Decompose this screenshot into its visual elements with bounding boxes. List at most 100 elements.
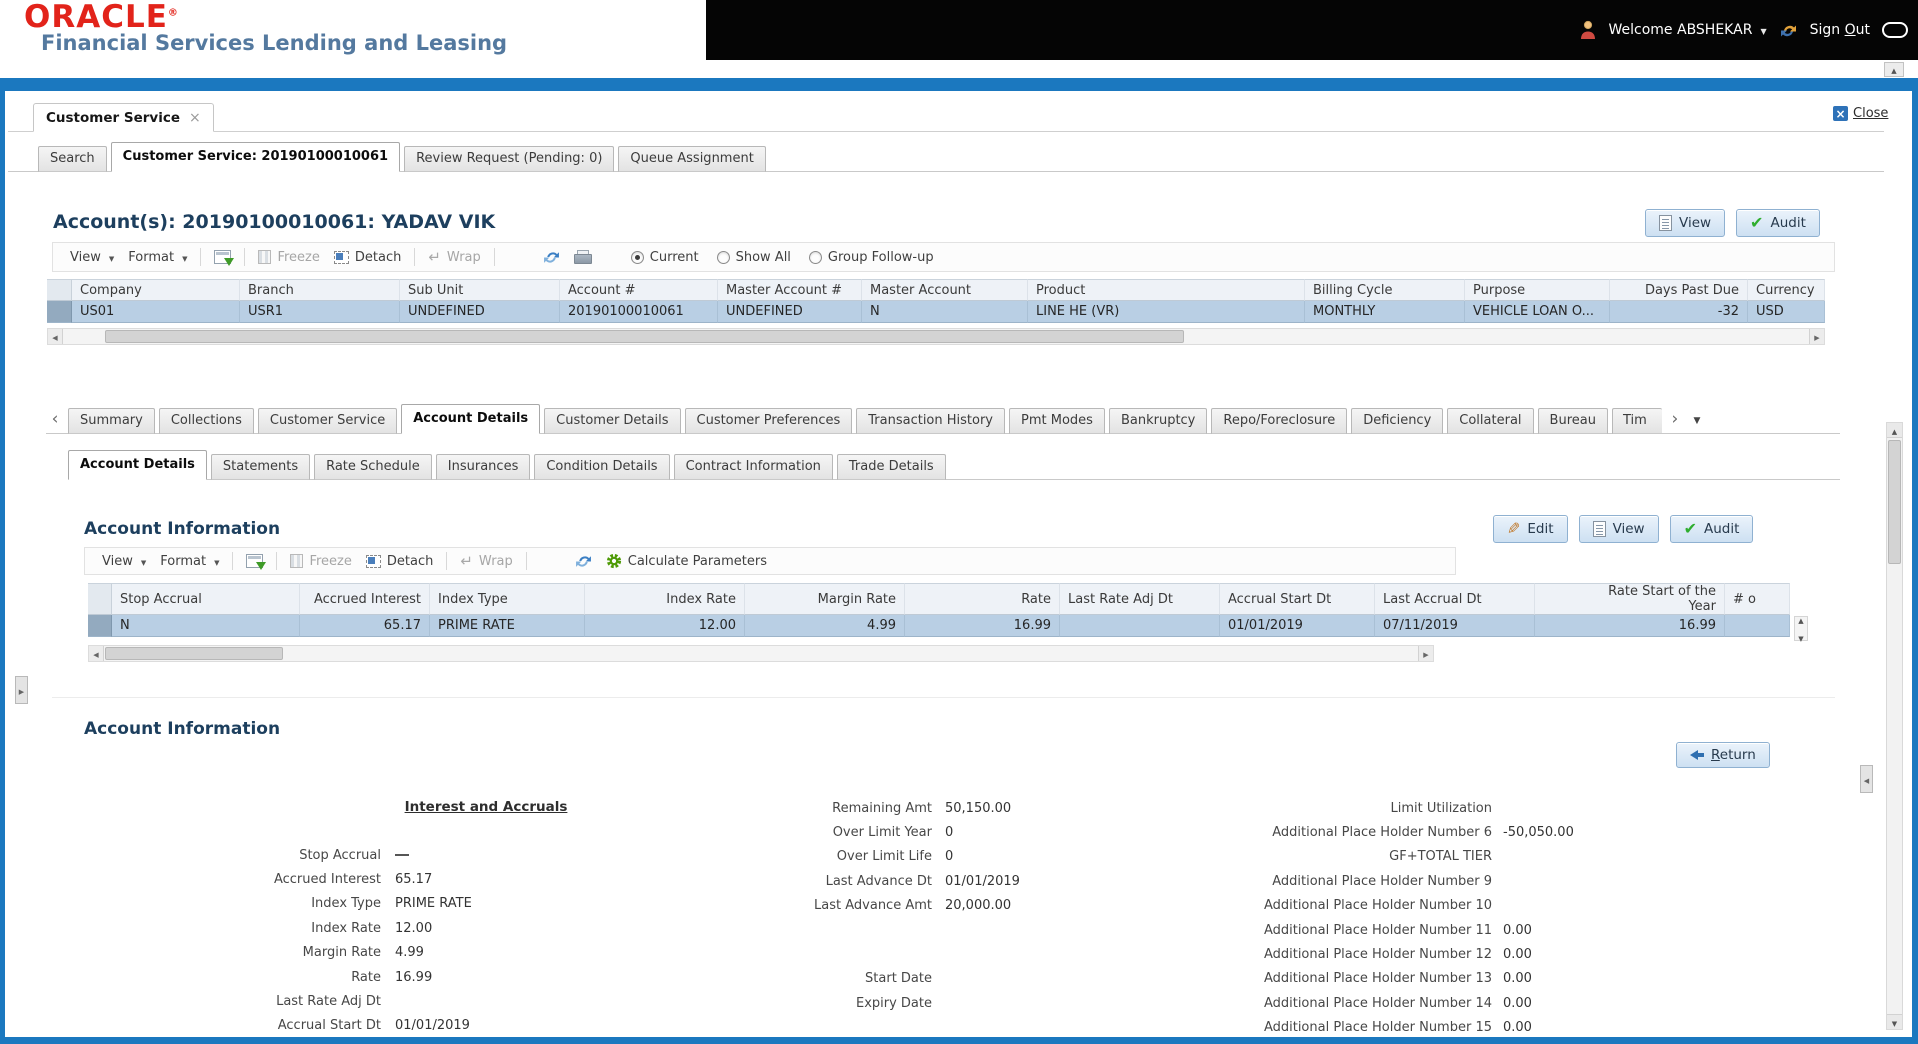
detail-tab-tim[interactable]: Tim — [1611, 408, 1662, 434]
row-cell-o[interactable] — [1725, 615, 1790, 637]
query-by-example-button[interactable] — [246, 554, 267, 570]
sub-tab-insurances[interactable]: Insurances — [435, 454, 531, 480]
view-button[interactable]: View — [1578, 515, 1659, 543]
scroll-left-icon[interactable] — [89, 646, 104, 661]
sign-out-icon[interactable] — [1779, 22, 1798, 39]
row-cell-purpose[interactable]: VEHICLE LOAN O... — [1465, 301, 1610, 323]
left-panel-expander[interactable] — [15, 676, 28, 704]
row-cell-rate-start-of-the-year[interactable]: 16.99 — [1535, 615, 1725, 637]
calculate-parameters-button[interactable]: Calculate Parameters — [606, 553, 767, 569]
nav-tab-queue-assignment[interactable]: Queue Assignment — [618, 146, 766, 172]
column-header-branch[interactable]: Branch — [240, 279, 400, 301]
row-selector[interactable] — [88, 615, 112, 637]
welcome-user-menu[interactable]: Welcome ABSHEKAR — [1609, 22, 1767, 38]
column-header-last-rate-adj-dt[interactable]: Last Rate Adj Dt — [1060, 583, 1220, 615]
close-tab-icon[interactable] — [189, 110, 201, 126]
row-cell-billing-cycle[interactable]: MONTHLY — [1305, 301, 1465, 323]
column-header-index-type[interactable]: Index Type — [430, 583, 585, 615]
row-cell-sub-unit[interactable]: UNDEFINED — [400, 301, 560, 323]
radio-show-all[interactable]: Show All — [716, 250, 791, 265]
scroll-left-icon[interactable] — [48, 329, 63, 344]
column-header-company[interactable]: Company — [72, 279, 240, 301]
sub-tab-trade-details[interactable]: Trade Details — [836, 454, 946, 480]
column-header-billing-cycle[interactable]: Billing Cycle — [1305, 279, 1465, 301]
row-selector[interactable] — [47, 301, 72, 323]
sub-tab-condition-details[interactable]: Condition Details — [534, 454, 670, 480]
scroll-up-button[interactable] — [1887, 423, 1902, 438]
detail-tab-customer-details[interactable]: Customer Details — [544, 408, 681, 434]
tabs-scroll-right-button[interactable] — [1666, 406, 1684, 432]
print-button[interactable] — [573, 249, 592, 265]
tabs-overflow-menu-button[interactable] — [1688, 406, 1706, 432]
format-menu[interactable]: Format — [160, 554, 219, 569]
column-header-margin-rate[interactable]: Margin Rate — [745, 583, 905, 615]
nav-tab-review-request-pending-0[interactable]: Review Request (Pending: 0) — [404, 146, 615, 172]
row-cell-last-rate-adj-dt[interactable] — [1060, 615, 1220, 637]
sub-tab-account-details[interactable]: Account Details — [68, 450, 207, 480]
hscroll-thumb[interactable] — [105, 647, 283, 660]
row-cell-last-accrual-dt[interactable]: 07/11/2019 — [1375, 615, 1535, 637]
query-by-example-button[interactable] — [214, 250, 235, 266]
column-header-currency[interactable]: Currency — [1748, 279, 1825, 301]
tabs-scroll-left-button[interactable] — [46, 406, 64, 432]
sign-out-link[interactable]: Sign Out — [1810, 22, 1870, 38]
nav-tab-search[interactable]: Search — [38, 146, 107, 172]
page-vscrollbar[interactable] — [1886, 422, 1903, 1030]
right-panel-collapser[interactable] — [1860, 765, 1873, 793]
column-header-rate-start-of-the-year[interactable]: Rate Start of the Year — [1535, 583, 1725, 615]
detail-tab-pmt-modes[interactable]: Pmt Modes — [1009, 408, 1105, 434]
column-header-account[interactable]: Account # — [560, 279, 718, 301]
sub-tab-statements[interactable]: Statements — [210, 454, 311, 480]
vscroll-thumb[interactable] — [1888, 440, 1901, 564]
hscroll-thumb[interactable] — [105, 330, 1184, 343]
detail-tab-summary[interactable]: Summary — [68, 408, 155, 434]
column-header-last-accrual-dt[interactable]: Last Accrual Dt — [1375, 583, 1535, 615]
detach-button[interactable]: Detach — [333, 250, 401, 265]
return-button[interactable]: Return — [1676, 742, 1770, 768]
column-header-product[interactable]: Product — [1028, 279, 1305, 301]
row-cell-margin-rate[interactable]: 4.99 — [745, 615, 905, 637]
detail-tab-transaction-history[interactable]: Transaction History — [856, 408, 1006, 434]
column-header-o[interactable]: # o — [1725, 583, 1790, 615]
column-header-index-rate[interactable]: Index Rate — [585, 583, 745, 615]
row-cell-branch[interactable]: USR1 — [240, 301, 400, 323]
detail-tab-bankruptcy[interactable]: Bankruptcy — [1108, 408, 1208, 434]
detail-tab-deficiency[interactable]: Deficiency — [1351, 408, 1444, 434]
sub-tab-contract-information[interactable]: Contract Information — [673, 454, 833, 480]
nav-tab-customer-service-20190100010061[interactable]: Customer Service: 20190100010061 — [110, 142, 401, 172]
detail-tab-bureau[interactable]: Bureau — [1537, 408, 1608, 434]
power-oval-icon[interactable] — [1882, 22, 1908, 38]
row-cell-accrued-interest[interactable]: 65.17 — [300, 615, 430, 637]
column-header-accrued-interest[interactable]: Accrued Interest — [300, 583, 430, 615]
audit-button[interactable]: Audit — [1669, 515, 1754, 543]
view-menu[interactable]: View — [70, 250, 114, 265]
detail-tab-collections[interactable]: Collections — [158, 408, 254, 434]
row-cell-master-account[interactable]: UNDEFINED — [718, 301, 862, 323]
accounts-table-hscrollbar[interactable] — [47, 328, 1825, 345]
refresh-button[interactable] — [575, 553, 592, 570]
scroll-down-button[interactable] — [1887, 1014, 1902, 1029]
row-cell-account[interactable]: 20190100010061 — [560, 301, 718, 323]
row-cell-master-account[interactable]: N — [862, 301, 1028, 323]
row-cell-rate[interactable]: 16.99 — [905, 615, 1060, 637]
format-menu[interactable]: Format — [128, 250, 187, 265]
row-cell-company[interactable]: US01 — [72, 301, 240, 323]
detail-tab-repo-foreclosure[interactable]: Repo/Foreclosure — [1211, 408, 1348, 434]
column-header-master-account[interactable]: Master Account # — [718, 279, 862, 301]
row-cell-product[interactable]: LINE HE (VR) — [1028, 301, 1305, 323]
view-menu[interactable]: View — [102, 554, 146, 569]
scroll-right-icon[interactable] — [1418, 646, 1433, 661]
radio-group-follow-up[interactable]: Group Follow-up — [808, 250, 934, 265]
column-header-rate[interactable]: Rate — [905, 583, 1060, 615]
audit-button[interactable]: Audit — [1736, 209, 1820, 237]
detail-tab-customer-service[interactable]: Customer Service — [257, 408, 398, 434]
edit-button[interactable]: Edit — [1493, 515, 1568, 543]
row-cell-accrual-start-dt[interactable]: 01/01/2019 — [1220, 615, 1375, 637]
scroll-right-icon[interactable] — [1809, 329, 1824, 344]
column-header-days-past-due[interactable]: Days Past Due — [1610, 279, 1748, 301]
arrow-up-icon[interactable] — [1798, 612, 1803, 627]
close-window-button[interactable]: Close — [1833, 106, 1888, 121]
detail-tab-customer-preferences[interactable]: Customer Preferences — [684, 408, 853, 434]
window-tab-customer-service[interactable]: Customer Service — [33, 103, 214, 132]
row-cell-stop-accrual[interactable]: N — [112, 615, 300, 637]
